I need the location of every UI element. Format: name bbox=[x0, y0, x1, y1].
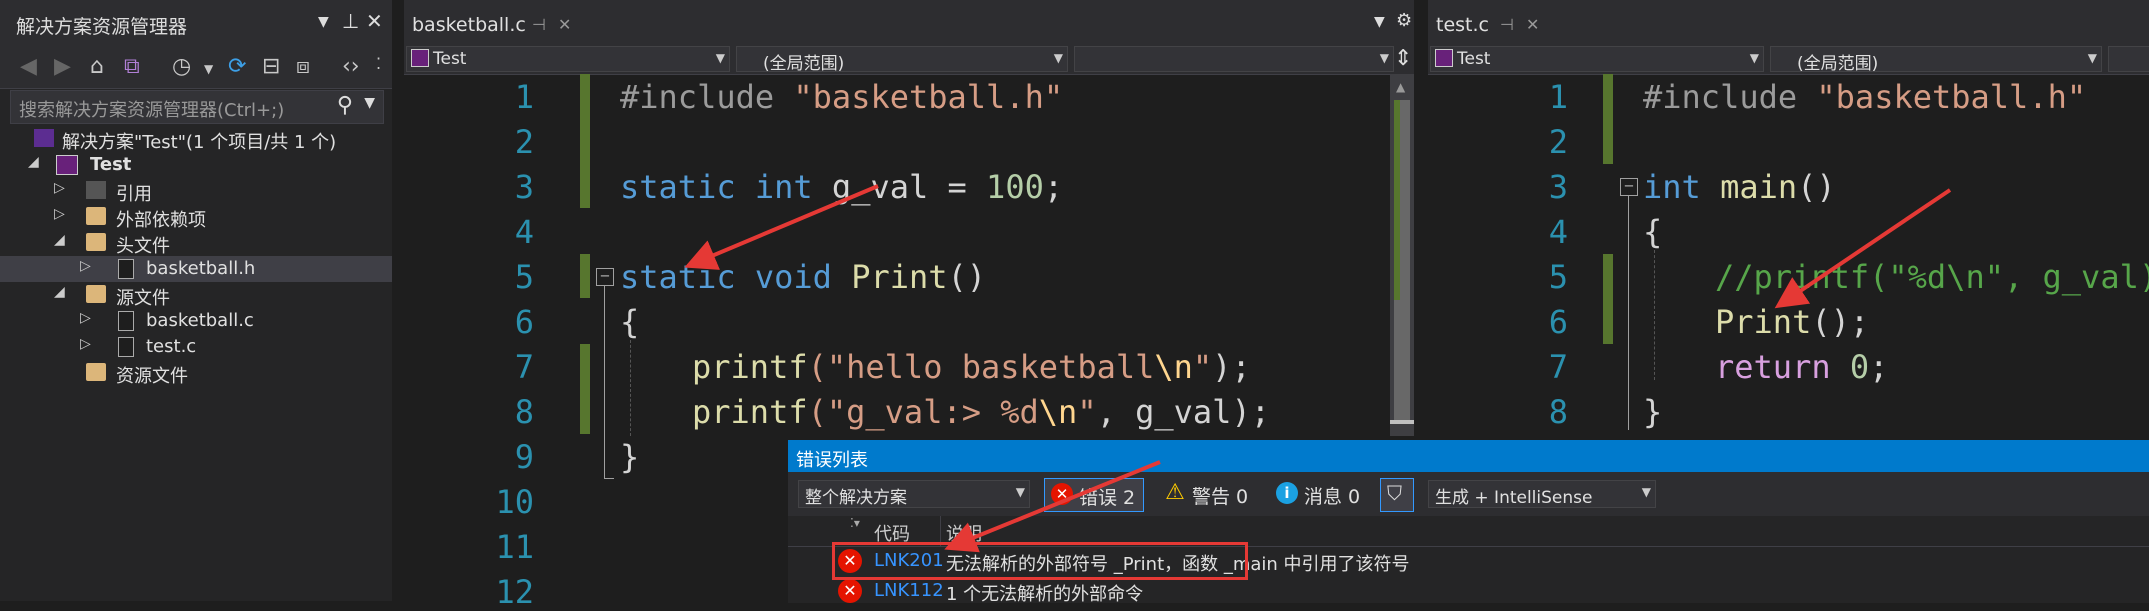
annotation-arrows bbox=[684, 184, 1952, 553]
annotation-arrow-error bbox=[944, 460, 1161, 553]
annotation-arrow-right bbox=[1774, 188, 1952, 309]
annotation-arrow-left bbox=[684, 184, 879, 270]
